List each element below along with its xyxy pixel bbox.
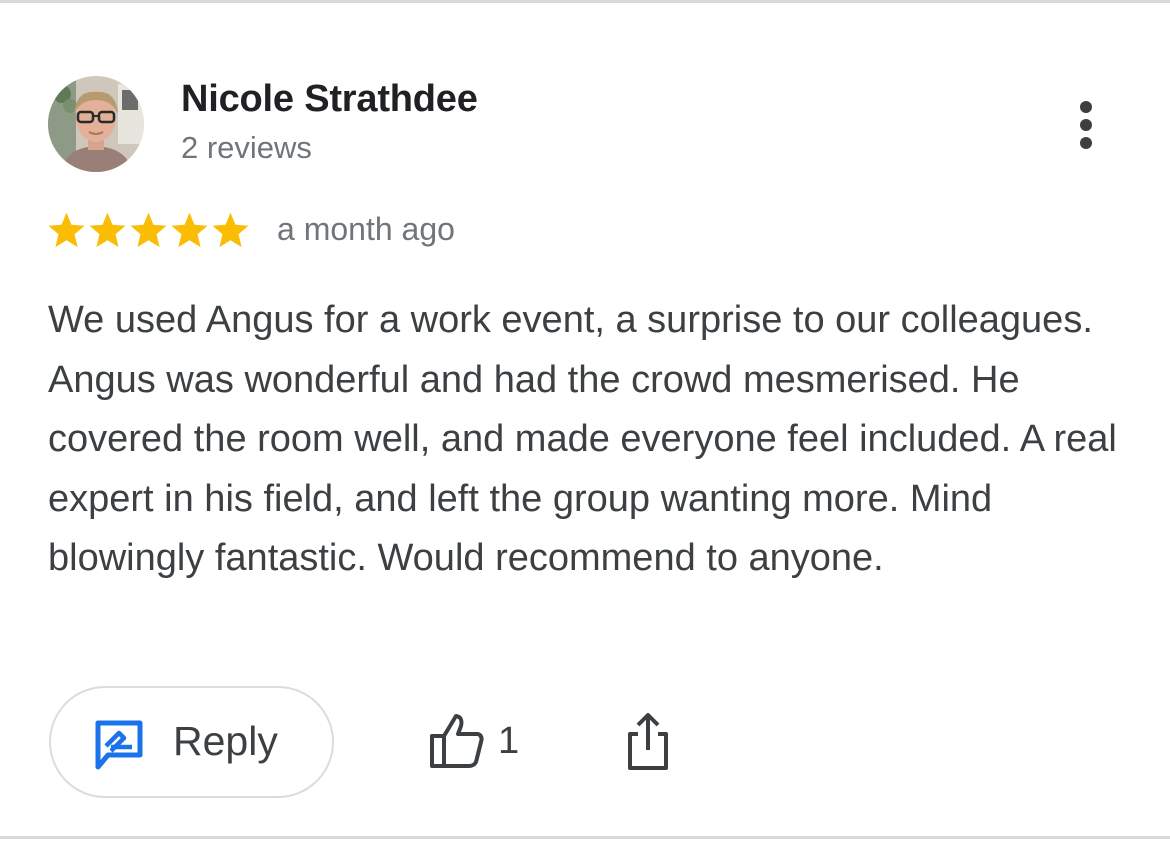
vertical-ellipsis-icon: [1080, 101, 1092, 149]
review-date: a month ago: [277, 211, 455, 247]
bottom-divider: [0, 836, 1170, 839]
star-rating: [46, 208, 251, 252]
reviewer-review-count[interactable]: 2 reviews: [181, 130, 312, 166]
avatar[interactable]: [48, 76, 144, 172]
star-icon: [171, 212, 208, 247]
like-button[interactable]: 1: [426, 708, 519, 774]
thumbs-up-icon: [430, 714, 484, 768]
reviewer-name[interactable]: Nicole Strathdee: [181, 78, 478, 121]
reply-button-label: Reply: [173, 718, 278, 764]
review-card: Nicole Strathdee 2 reviews a month ago W…: [0, 0, 1170, 842]
avatar-photo: [48, 76, 144, 172]
star-icon: [130, 212, 167, 247]
star-icon: [48, 212, 85, 247]
star-icon: [212, 212, 249, 247]
more-options-button[interactable]: [1062, 94, 1110, 156]
share-icon: [628, 713, 668, 770]
star-icon: [89, 212, 126, 247]
reply-icon: [95, 720, 143, 770]
review-text: We used Angus for a work event, a surpri…: [48, 299, 1117, 580]
top-divider: [0, 0, 1170, 3]
reply-button[interactable]: Reply: [49, 686, 334, 798]
like-count: 1: [498, 719, 520, 762]
share-button[interactable]: [620, 708, 676, 774]
